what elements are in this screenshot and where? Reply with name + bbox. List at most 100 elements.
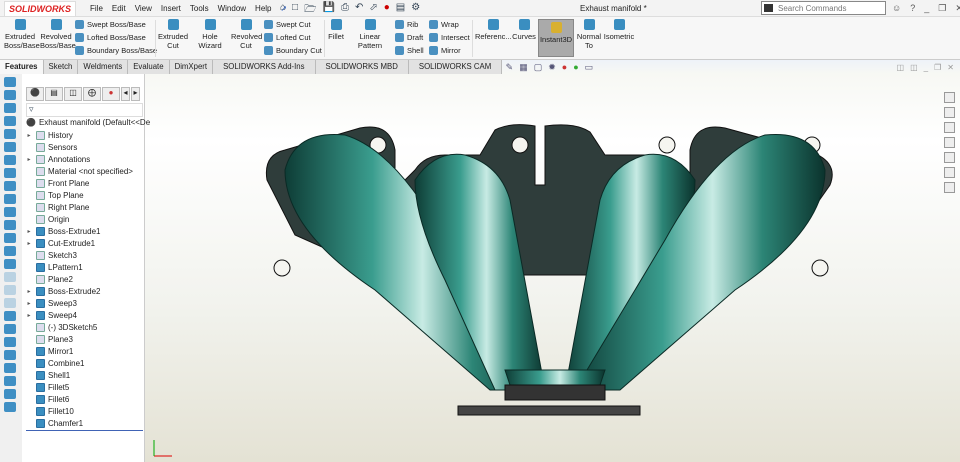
- boundary-cut-button[interactable]: Boundary Cut: [264, 46, 322, 55]
- shortcut-tool-icon[interactable]: [4, 337, 16, 347]
- reference-geometry-button[interactable]: Referenc...: [475, 17, 512, 41]
- property-manager-tab[interactable]: ▤: [45, 87, 63, 101]
- tab-mbd[interactable]: SOLIDWORKS MBD: [315, 60, 409, 74]
- menu-insert[interactable]: Insert: [161, 4, 181, 13]
- revolved-boss-button[interactable]: Revolved Boss/Base: [40, 17, 76, 50]
- shortcut-tool-icon[interactable]: [4, 103, 16, 113]
- swept-boss-button[interactable]: Swept Boss/Base: [75, 20, 146, 29]
- tree-item[interactable]: Origin: [22, 213, 145, 225]
- dimxpert-manager-tab[interactable]: ⨁: [83, 87, 101, 101]
- tree-item[interactable]: ▸ Boss-Extrude1: [22, 225, 145, 237]
- linear-pattern-button[interactable]: Linear Pattern: [347, 17, 393, 50]
- tree-item[interactable]: ▸ Sweep4: [22, 309, 145, 321]
- close-button[interactable]: ✕: [955, 3, 960, 14]
- shortcut-tool-icon[interactable]: [4, 90, 16, 100]
- tree-item[interactable]: Sketch3: [22, 249, 145, 261]
- tree-item[interactable]: LPattern1: [22, 261, 145, 273]
- tab-sketch[interactable]: Sketch: [43, 60, 79, 74]
- shortcut-tool-icon[interactable]: [4, 168, 16, 178]
- tree-item[interactable]: Combine1: [22, 357, 145, 369]
- expand-arrow-icon[interactable]: ▸: [22, 312, 36, 319]
- shortcut-tool-icon[interactable]: [4, 363, 16, 373]
- tabs-scroll-left[interactable]: ◂: [121, 87, 130, 101]
- tree-item[interactable]: ▸ Cut-Extrude1: [22, 237, 145, 249]
- rollback-bar[interactable]: [26, 430, 143, 431]
- feature-manager-tab[interactable]: ⚫: [26, 87, 44, 101]
- shortcut-tool-icon[interactable]: [4, 129, 16, 139]
- shortcut-tool-icon[interactable]: [4, 259, 16, 269]
- tree-item[interactable]: Right Plane: [22, 201, 145, 213]
- shortcut-tool-icon[interactable]: [4, 350, 16, 360]
- tree-item[interactable]: Plane2: [22, 273, 145, 285]
- tab-evaluate[interactable]: Evaluate: [128, 60, 170, 74]
- tab-cam[interactable]: SOLIDWORKS CAM: [408, 60, 503, 74]
- revolved-cut-button[interactable]: Revolved Cut: [231, 17, 262, 50]
- design-library-icon[interactable]: [944, 107, 955, 118]
- tree-item[interactable]: Material <not specified>: [22, 165, 145, 177]
- shortcut-tool-icon[interactable]: [4, 402, 16, 412]
- expand-arrow-icon[interactable]: ▸: [22, 288, 36, 295]
- shortcut-tool-icon[interactable]: [4, 389, 16, 399]
- tree-root[interactable]: ⚫ Exhaust manifold (Default<<De: [26, 118, 150, 127]
- search-commands-input[interactable]: Search Commands: [761, 1, 886, 15]
- draft-button[interactable]: Draft: [395, 33, 423, 42]
- shortcut-tool-icon[interactable]: [4, 181, 16, 191]
- solidworks-logo[interactable]: SOLIDWORKS: [4, 1, 76, 17]
- menu-tools[interactable]: Tools: [190, 4, 209, 13]
- expand-arrow-icon[interactable]: ▸: [22, 156, 36, 163]
- shortcut-tool-icon[interactable]: [4, 285, 16, 295]
- menu-edit[interactable]: Edit: [112, 4, 126, 13]
- shortcut-tool-icon[interactable]: [4, 194, 16, 204]
- display-manager-tab[interactable]: ●: [102, 87, 120, 101]
- shortcut-tool-icon[interactable]: [4, 376, 16, 386]
- shortcut-tool-icon[interactable]: [4, 77, 16, 87]
- curves-button[interactable]: Curves: [512, 17, 536, 41]
- file-explorer-icon[interactable]: [944, 122, 955, 133]
- normal-to-button[interactable]: Normal To: [576, 17, 602, 50]
- fillet-button[interactable]: Fillet: [327, 17, 345, 41]
- shortcut-tool-icon[interactable]: [4, 207, 16, 217]
- tree-item[interactable]: Sensors: [22, 141, 145, 153]
- resources-icon[interactable]: [944, 92, 955, 103]
- tree-item[interactable]: ▸ Sweep3: [22, 297, 145, 309]
- expand-arrow-icon[interactable]: ▸: [22, 228, 36, 235]
- shortcut-tool-icon[interactable]: [4, 233, 16, 243]
- restore-button[interactable]: ❐: [938, 3, 946, 14]
- hole-wizard-button[interactable]: Hole Wizard: [190, 17, 230, 50]
- tree-item[interactable]: Plane3: [22, 333, 145, 345]
- shortcut-tool-icon[interactable]: [4, 298, 16, 308]
- shortcut-tool-icon[interactable]: [4, 246, 16, 256]
- extruded-cut-button[interactable]: Extruded Cut: [158, 17, 188, 50]
- extruded-boss-button[interactable]: Extruded Boss/Base: [4, 17, 40, 50]
- shortcut-tool-icon[interactable]: [4, 324, 16, 334]
- wrap-button[interactable]: Wrap: [429, 20, 459, 29]
- tree-item[interactable]: Chamfer1: [22, 417, 145, 429]
- tree-item[interactable]: ▸ History: [22, 129, 145, 141]
- tree-item[interactable]: ▸ Annotations: [22, 153, 145, 165]
- expand-arrow-icon[interactable]: ▸: [22, 300, 36, 307]
- user-icon[interactable]: ☺: [892, 3, 901, 14]
- tree-item[interactable]: Front Plane: [22, 177, 145, 189]
- lofted-boss-button[interactable]: Lofted Boss/Base: [75, 33, 146, 42]
- tabs-scroll-right[interactable]: ▸: [131, 87, 140, 101]
- shortcut-tool-icon[interactable]: [4, 155, 16, 165]
- shortcut-tool-icon[interactable]: [4, 311, 16, 321]
- shortcut-tool-icon[interactable]: [4, 142, 16, 152]
- filter-icon[interactable]: ▿: [26, 103, 143, 117]
- swept-cut-button[interactable]: Swept Cut: [264, 20, 311, 29]
- help-icon[interactable]: ?: [910, 3, 915, 14]
- menu-file[interactable]: File: [90, 4, 103, 13]
- solidworks-forum-icon[interactable]: [944, 182, 955, 193]
- menu-view[interactable]: View: [135, 4, 152, 13]
- tab-features[interactable]: Features: [0, 60, 44, 74]
- configuration-manager-tab[interactable]: ◫: [64, 87, 82, 101]
- tab-weldments[interactable]: Weldments: [78, 60, 129, 74]
- boundary-boss-button[interactable]: Boundary Boss/Base: [75, 46, 157, 55]
- menu-window[interactable]: Window: [218, 4, 246, 13]
- shortcut-tool-icon[interactable]: [4, 220, 16, 230]
- expand-arrow-icon[interactable]: ▸: [22, 240, 36, 247]
- tree-item[interactable]: Fillet5: [22, 381, 145, 393]
- shortcut-tool-icon[interactable]: [4, 116, 16, 126]
- tree-item[interactable]: Top Plane: [22, 189, 145, 201]
- tree-item[interactable]: Fillet10: [22, 405, 145, 417]
